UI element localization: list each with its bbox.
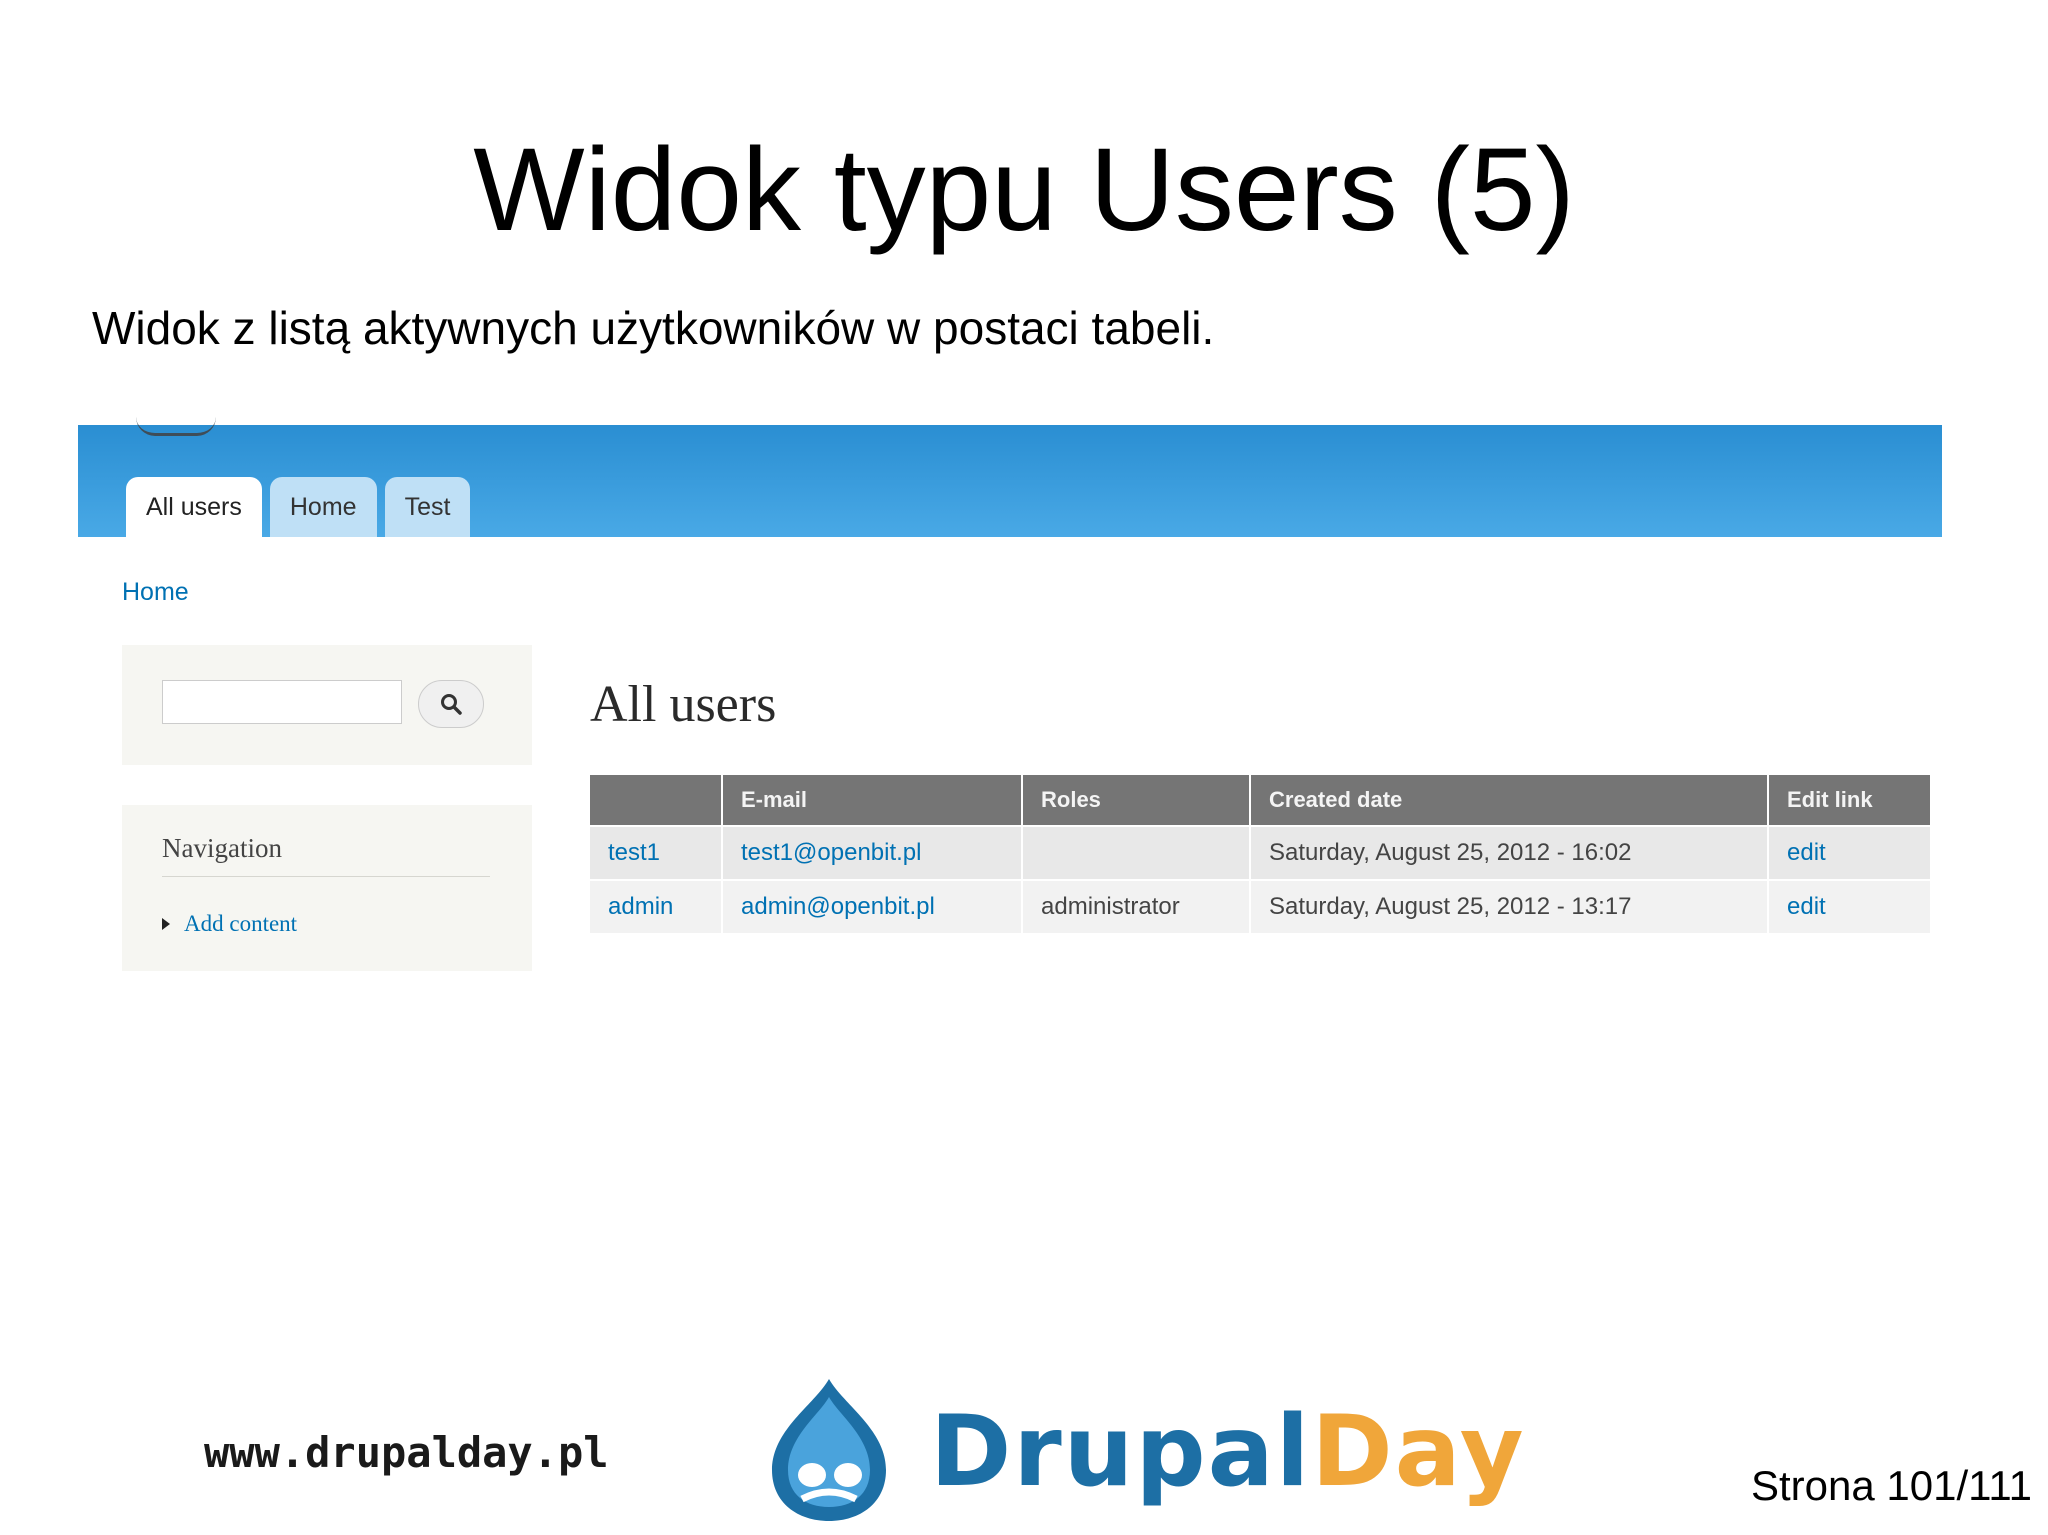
drupalday-brand: DrupalDay [930, 1395, 1526, 1509]
user-created-cell: Saturday, August 25, 2012 - 13:17 [1249, 879, 1768, 933]
triangle-right-icon [162, 918, 170, 930]
search-button[interactable] [418, 680, 484, 728]
tab-test[interactable]: Test [384, 477, 471, 537]
user-name-cell: test1 [590, 825, 722, 880]
page-title: All users [590, 676, 777, 733]
user-edit-cell: edit [1767, 879, 1930, 933]
tab-all-users[interactable]: All users [126, 477, 262, 537]
edit-link[interactable]: edit [1787, 893, 1826, 920]
header-roles[interactable]: Roles [1021, 775, 1250, 826]
search-input[interactable] [162, 680, 402, 724]
website-screenshot: All users Home Test Home Navigation Add … [78, 425, 1942, 1205]
brand-drupal: Drupal [930, 1395, 1312, 1509]
user-email-link[interactable]: admin@openbit.pl [741, 893, 935, 920]
table-row: admin admin@openbit.pl administrator Sat… [590, 879, 1930, 933]
table-header-row: E-mail Roles Created date Edit link [590, 775, 1930, 826]
nav-item-add-content[interactable]: Add content [162, 911, 297, 937]
page-number: Strona 101/111 [1751, 1462, 2032, 1509]
user-email-cell: test1@openbit.pl [721, 825, 1022, 880]
user-name-link[interactable]: admin [608, 893, 673, 920]
drupal-drop-icon [772, 1379, 886, 1521]
tab-home[interactable]: Home [269, 477, 377, 537]
slide-subtitle: Widok z listą aktywnych użytkowników w p… [92, 302, 1215, 354]
users-table: E-mail Roles Created date Edit link test… [590, 775, 1930, 933]
user-email-link[interactable]: test1@openbit.pl [741, 839, 921, 866]
slide-title: Widok typu Users (5) [473, 124, 1575, 256]
header-edit-link: Edit link [1767, 775, 1930, 826]
user-edit-cell: edit [1767, 825, 1930, 880]
search-icon [441, 694, 462, 715]
site-header: All users Home Test [78, 425, 1942, 537]
header-name[interactable] [590, 775, 722, 826]
footer-url: www.drupalday.pl [204, 1428, 609, 1477]
user-name-cell: admin [590, 879, 722, 933]
logo-edge [136, 417, 216, 436]
header-created-date[interactable]: Created date [1249, 775, 1768, 826]
user-email-cell: admin@openbit.pl [721, 879, 1022, 933]
user-roles-cell [1021, 825, 1250, 880]
table-row: test1 test1@openbit.pl Saturday, August … [590, 825, 1930, 880]
main-menu-tabs: All users Home Test [126, 477, 471, 537]
user-roles-cell: administrator [1021, 879, 1250, 933]
breadcrumb-home[interactable]: Home [122, 578, 189, 607]
search-block [122, 645, 532, 765]
nav-item-label: Add content [184, 911, 298, 936]
brand-day: Day [1311, 1395, 1526, 1509]
user-name-link[interactable]: test1 [608, 839, 660, 866]
navigation-block: Navigation Add content [122, 805, 532, 971]
navigation-title: Navigation [162, 833, 490, 877]
header-email[interactable]: E-mail [721, 775, 1022, 826]
edit-link[interactable]: edit [1787, 839, 1826, 866]
user-created-cell: Saturday, August 25, 2012 - 16:02 [1249, 825, 1768, 880]
